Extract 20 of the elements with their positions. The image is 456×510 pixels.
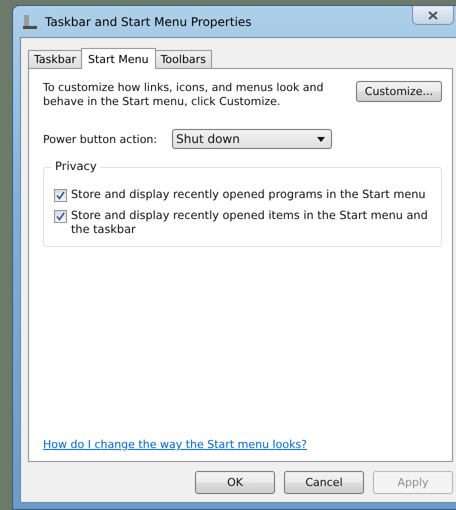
tab[interactable]: Taskbar [28, 50, 82, 68]
checkbox[interactable] [54, 210, 67, 223]
customize-button[interactable]: Customize... [356, 81, 442, 102]
close-button[interactable] [412, 6, 454, 25]
dropdown-arrow-icon [317, 136, 326, 142]
help-link[interactable]: How do I change the way the Start menu looks? [43, 438, 442, 451]
checkbox-label: Store and display recently opened items in the Start menu and the taskbar [71, 209, 429, 237]
dialog-button[interactable]: Cancel [284, 471, 364, 494]
power-action-dropdown[interactable]: Shut down [172, 129, 332, 149]
tab[interactable]: Toolbars [154, 50, 212, 68]
dialog-button[interactable]: OK [195, 471, 275, 494]
power-button-label: Power button action: [43, 132, 158, 146]
tab[interactable]: Start Menu [81, 48, 156, 69]
taskbar-icon [22, 14, 38, 30]
checkbox[interactable] [54, 189, 67, 202]
close-icon [428, 10, 438, 20]
group-title: Privacy [52, 159, 100, 173]
window-title: Taskbar and Start Menu Properties [45, 14, 252, 28]
intro-text: To customize how links, icons, and menus look and behave in the Start menu, click Customize. [43, 81, 325, 109]
checkbox-label: Store and display recently opened programs in the Start menu [71, 188, 426, 202]
